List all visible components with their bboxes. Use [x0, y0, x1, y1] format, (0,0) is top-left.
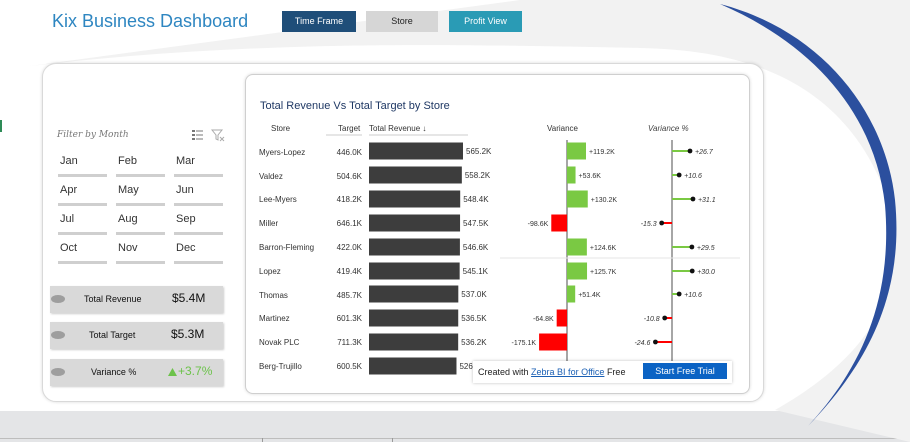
- row-store-label: Lee-Myers: [259, 195, 297, 204]
- row-target-value: 446.0K: [336, 148, 362, 157]
- column-header-revenue[interactable]: Total Revenue ↓: [369, 124, 426, 133]
- month-button-jul[interactable]: Jul: [58, 213, 107, 235]
- chart-title: Total Revenue Vs Total Target by Store: [260, 100, 450, 112]
- row-target-value: 711.3K: [337, 338, 362, 347]
- zebra-bi-link[interactable]: Zebra BI for Office: [531, 367, 604, 377]
- month-button-jun[interactable]: Jun: [174, 184, 223, 206]
- row-target-value: 601.3K: [336, 314, 362, 323]
- row-store-label: Valdez: [259, 172, 283, 181]
- start-free-trial-button[interactable]: Start Free Trial: [643, 363, 727, 379]
- kpi-value: $5.3M: [171, 327, 205, 341]
- row-target-value: 419.4K: [336, 267, 362, 276]
- month-button-sep[interactable]: Sep: [174, 213, 223, 235]
- row-store-label: Miller: [259, 219, 279, 228]
- row-target-value: 485.7K: [336, 291, 362, 300]
- row-store-label: Barron-Fleming: [259, 243, 315, 252]
- clear-filter-icon[interactable]: [211, 128, 225, 142]
- month-button-may[interactable]: May: [116, 184, 165, 206]
- month-button-mar[interactable]: Mar: [174, 155, 223, 177]
- page-title: Kix Business Dashboard: [52, 11, 249, 31]
- kpi-total-revenue: Total Revenue $5.4M: [50, 286, 223, 313]
- row-target-value: 600.5K: [336, 362, 362, 371]
- row-store-label: Novak PLC: [259, 338, 300, 347]
- dashboard-canvas: Kix Business Dashboard Time Frame Store …: [0, 0, 910, 442]
- banner-text: Created with Zebra BI for Office Free: [478, 367, 625, 377]
- nav-button-time-frame[interactable]: Time Frame: [282, 11, 356, 32]
- month-button-aug[interactable]: Aug: [116, 213, 165, 235]
- nav-button-profit-view[interactable]: Profit View: [449, 11, 522, 32]
- month-button-apr[interactable]: Apr: [58, 184, 107, 206]
- nav-button-store[interactable]: Store: [366, 11, 438, 32]
- month-button-dec[interactable]: Dec: [174, 242, 223, 264]
- row-store-label: Berg-Trujillo: [259, 362, 302, 371]
- kpi-value: +3.7%: [178, 364, 213, 378]
- kpi-variance-pct: Variance % +3.7%: [50, 359, 223, 386]
- chart-panel: [245, 74, 750, 394]
- column-header-store[interactable]: Store: [271, 124, 290, 133]
- kpi-label: Total Target: [89, 330, 136, 340]
- row-target-value: 422.0K: [336, 243, 362, 252]
- kpi-value: $5.4M: [172, 291, 206, 305]
- row-store-label: Martinez: [259, 314, 290, 323]
- month-button-oct[interactable]: Oct: [58, 242, 107, 264]
- column-header-target[interactable]: Target: [338, 124, 360, 133]
- kpi-dot: [51, 331, 65, 339]
- row-target-value: 504.6K: [336, 172, 362, 181]
- month-button-jan[interactable]: Jan: [58, 155, 107, 177]
- column-header-variance-pct[interactable]: Variance %: [648, 124, 689, 133]
- triangle-up-icon: [168, 368, 177, 376]
- row-store-label: Lopez: [259, 267, 281, 276]
- kpi-dot: [51, 368, 65, 376]
- multi-select-icon[interactable]: [191, 128, 205, 142]
- row-store-label: Thomas: [259, 291, 288, 300]
- kpi-label: Variance %: [91, 367, 137, 377]
- row-target-value: 418.2K: [336, 195, 362, 204]
- row-target-value: 646.1K: [336, 219, 362, 228]
- month-button-feb[interactable]: Feb: [116, 155, 165, 177]
- filter-label: Filter by Month: [57, 130, 129, 140]
- row-store-label: Myers-Lopez: [259, 148, 306, 157]
- kpi-label: Total Revenue: [84, 294, 142, 304]
- kpi-total-target: Total Target $5.3M: [50, 322, 223, 349]
- zebra-bi-banner: Created with Zebra BI for Office Free St…: [473, 361, 732, 383]
- kpi-dot: [51, 295, 65, 303]
- banner-prefix: Created with: [478, 367, 529, 377]
- column-header-variance[interactable]: Variance: [547, 124, 578, 133]
- banner-suffix: Free: [606, 367, 626, 377]
- month-button-nov[interactable]: Nov: [116, 242, 165, 264]
